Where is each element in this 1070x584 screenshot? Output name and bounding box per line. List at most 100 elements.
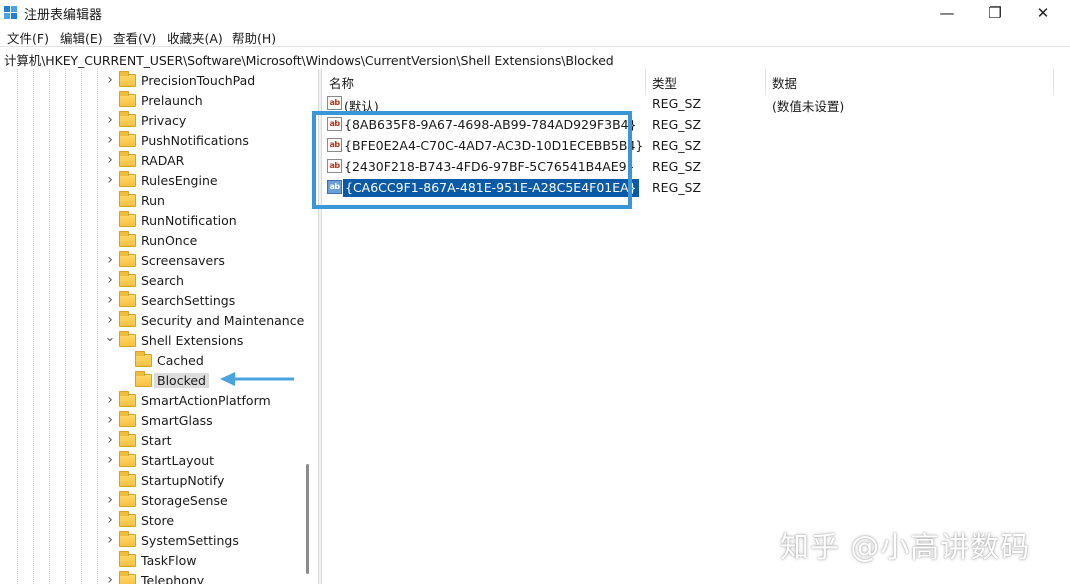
tree-item-label: PushNotifications — [141, 132, 249, 148]
chevron-right-icon[interactable]: › — [105, 492, 115, 508]
tree-item[interactable]: › Screensavers — [105, 250, 225, 270]
chevron-right-icon[interactable]: › — [105, 572, 115, 584]
folder-icon — [119, 270, 136, 287]
chevron-right-icon[interactable]: › — [105, 152, 115, 168]
tree-item[interactable]: › SearchSettings — [105, 290, 235, 310]
chevron-right-icon[interactable]: › — [105, 532, 115, 548]
tree-item[interactable]: › PushNotifications — [105, 130, 249, 150]
tree-item-label: SearchSettings — [141, 292, 236, 308]
key-tree-pane[interactable]: › PrecisionTouchPad Prelaunch › Privacy › Push… — [0, 69, 318, 584]
tree-item-label: RunNotification — [141, 212, 237, 228]
tree-item[interactable]: Blocked — [121, 370, 209, 390]
tree-item[interactable]: › StartLayout — [105, 450, 214, 470]
tree-item[interactable]: › PrecisionTouchPad — [105, 70, 255, 90]
menu-file[interactable]: 文件(F) — [7, 28, 49, 47]
tree-item-label: Privacy — [141, 112, 187, 128]
tree-item[interactable]: › Privacy — [105, 110, 186, 130]
folder-icon — [119, 190, 136, 207]
tree-item-label: Blocked — [154, 372, 209, 388]
tree-item-label: Shell Extensions — [141, 332, 244, 348]
tree-item[interactable]: › RADAR — [105, 150, 184, 170]
folder-icon — [135, 370, 152, 387]
menu-view[interactable]: 查看(V) — [113, 28, 156, 47]
menu-edit[interactable]: 编辑(E) — [60, 28, 103, 47]
column-header-data[interactable]: 数据 — [772, 73, 797, 92]
folder-icon — [119, 550, 136, 567]
folder-icon — [119, 570, 136, 584]
tree-expander-placeholder — [105, 195, 115, 205]
tree-item[interactable]: ⌄ Shell Extensions — [105, 330, 244, 350]
tree-item[interactable]: › StorageSense — [105, 490, 228, 510]
tree-item[interactable]: TaskFlow — [105, 550, 197, 570]
tree-item-label: Search — [141, 272, 184, 288]
chevron-right-icon[interactable]: › — [105, 512, 115, 528]
folder-icon — [119, 390, 136, 407]
tree-item[interactable]: › Start — [105, 430, 172, 450]
column-header-name[interactable]: 名称 — [329, 73, 354, 92]
tree-item-label: SmartGlass — [141, 412, 213, 428]
chevron-right-icon[interactable]: › — [105, 132, 115, 148]
folder-icon — [119, 290, 136, 307]
tree-item[interactable]: › Search — [105, 270, 184, 290]
tree-item[interactable]: › SmartGlass — [105, 410, 213, 430]
column-divider[interactable] — [765, 69, 766, 95]
chevron-right-icon[interactable]: › — [105, 272, 115, 288]
tree-guide-line — [33, 69, 34, 584]
menu-favorites[interactable]: 收藏夹(A) — [167, 28, 223, 47]
tree-expander-placeholder — [105, 95, 115, 105]
annotation-highlight-box — [312, 111, 632, 209]
address-bar[interactable]: 计算机\HKEY_CURRENT_USER\Software\Microsoft… — [0, 46, 1070, 70]
chevron-right-icon[interactable]: › — [105, 392, 115, 408]
tree-item-label: PrecisionTouchPad — [141, 72, 256, 88]
tree-item-label: Start — [141, 432, 172, 448]
tree-item[interactable]: › SystemSettings — [105, 530, 239, 550]
chevron-right-icon[interactable]: › — [105, 452, 115, 468]
tree-item[interactable]: RunNotification — [105, 210, 237, 230]
address-path[interactable]: 计算机\HKEY_CURRENT_USER\Software\Microsoft… — [4, 50, 614, 69]
tree-scrollbar-thumb[interactable] — [306, 464, 309, 574]
close-button[interactable]: ✕ — [1020, 0, 1066, 26]
column-header-type[interactable]: 类型 — [652, 73, 677, 92]
tree-item-label: Screensavers — [141, 252, 225, 268]
column-divider[interactable] — [1053, 69, 1054, 95]
tree-item[interactable]: StartupNotify — [105, 470, 224, 490]
tree-item[interactable]: › SmartActionPlatform — [105, 390, 271, 410]
value-type: REG_SZ — [652, 96, 702, 111]
minimize-button[interactable]: — — [924, 0, 970, 26]
tree-item-label: Telephony — [141, 572, 205, 584]
maximize-button[interactable]: ❐ — [972, 0, 1018, 26]
chevron-right-icon[interactable]: › — [105, 252, 115, 268]
chevron-right-icon[interactable]: › — [105, 412, 115, 428]
folder-icon — [119, 70, 136, 87]
chevron-right-icon[interactable]: › — [105, 112, 115, 128]
tree-item[interactable]: › Store — [105, 510, 174, 530]
tree-expander-placeholder — [105, 475, 115, 485]
tree-item[interactable]: Cached — [121, 350, 204, 370]
folder-icon — [119, 130, 136, 147]
chevron-right-icon[interactable]: › — [105, 72, 115, 88]
registry-editor-icon — [4, 6, 17, 19]
chevron-right-icon[interactable]: › — [105, 432, 115, 448]
tree-expander-placeholder — [121, 375, 131, 385]
tree-item[interactable]: Run — [105, 190, 165, 210]
minimize-icon: — — [939, 4, 955, 22]
chevron-down-icon[interactable]: ⌄ — [105, 330, 116, 345]
tree-item[interactable]: › Security and Maintenance — [105, 310, 304, 330]
tree-item[interactable]: › Telephony — [105, 570, 204, 584]
chevron-right-icon[interactable]: › — [105, 312, 115, 328]
folder-icon — [119, 310, 136, 327]
tree-item-label: RulesEngine — [141, 172, 218, 188]
folder-icon — [119, 210, 136, 227]
tree-item[interactable]: Prelaunch — [105, 90, 203, 110]
close-icon: ✕ — [1036, 4, 1050, 22]
menu-help[interactable]: 帮助(H) — [232, 28, 276, 47]
value-type: REG_SZ — [652, 180, 702, 195]
tree-item[interactable]: RunOnce — [105, 230, 197, 250]
tree-item[interactable]: › RulesEngine — [105, 170, 218, 190]
column-divider[interactable] — [645, 69, 646, 95]
maximize-icon: ❐ — [988, 4, 1002, 22]
chevron-right-icon[interactable]: › — [105, 292, 115, 308]
folder-icon — [119, 490, 136, 507]
chevron-right-icon[interactable]: › — [105, 172, 115, 188]
folder-icon — [119, 90, 136, 107]
